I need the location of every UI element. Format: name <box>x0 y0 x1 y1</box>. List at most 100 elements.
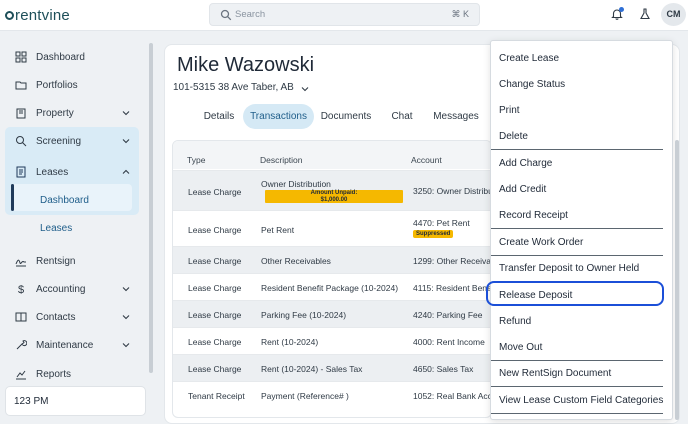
table-row[interactable]: Lease Charge Pet Rent 4470: Pet Rent Sup… <box>173 210 491 246</box>
folder-icon <box>15 81 27 90</box>
chevron-down-icon[interactable] <box>301 85 309 93</box>
sidebar-subitem-leases[interactable]: Leases <box>40 223 72 234</box>
active-indicator <box>11 184 14 211</box>
menu-item-create-lease[interactable]: Create Lease <box>499 53 559 64</box>
menu-item-add-credit[interactable]: Add Credit <box>499 184 546 195</box>
cell-description: Owner Distribution <box>261 179 331 189</box>
tab-details[interactable]: Details <box>198 104 240 129</box>
chart-icon <box>16 370 26 380</box>
sidebar-item-portfolios[interactable]: Portfolios <box>10 74 138 96</box>
column-header-account[interactable]: Account <box>411 155 442 165</box>
sidebar-item-label: Portfolios <box>36 79 78 91</box>
sidebar-item-label: Contacts <box>36 311 76 323</box>
transactions-table: Type Description Account Lease Charge Ow… <box>172 140 492 418</box>
menu-item-print[interactable]: Print <box>499 105 520 116</box>
sidebar-scrollbar[interactable] <box>149 43 153 373</box>
address-book-icon <box>15 312 27 322</box>
tab-messages[interactable]: Messages <box>430 104 482 129</box>
table-row[interactable]: Lease Charge Rent (10-2024) 4000: Rent I… <box>173 327 491 354</box>
menu-divider <box>491 149 663 150</box>
menu-item-refund[interactable]: Refund <box>499 316 531 327</box>
cell-description: Other Receivables <box>261 256 331 266</box>
table-row[interactable]: Lease Charge Rent (10-2024) - Sales Tax … <box>173 354 491 381</box>
cell-type: Lease Charge <box>188 283 242 293</box>
menu-item-change-status[interactable]: Change Status <box>499 79 565 90</box>
sidebar-item-label: Leases <box>36 166 69 178</box>
tab-chat[interactable]: Chat <box>386 104 418 129</box>
tab-documents[interactable]: Documents <box>318 104 374 129</box>
table-row[interactable]: Lease Charge Other Receivables 1299: Oth… <box>173 246 491 273</box>
sidebar-item-screening[interactable]: Screening <box>10 130 138 152</box>
sidebar-item-maintenance[interactable]: Maintenance <box>10 334 138 356</box>
menu-item-delete[interactable]: Delete <box>499 131 528 142</box>
cell-account: 3250: Owner Distribu <box>413 186 492 196</box>
tab-transactions[interactable]: Transactions <box>243 104 314 129</box>
menu-item-record-receipt[interactable]: Record Receipt <box>499 210 568 221</box>
table-row[interactable]: Lease Charge Resident Benefit Package (1… <box>173 273 491 300</box>
sidebar-item-reports[interactable]: Reports <box>10 363 138 385</box>
menu-divider <box>491 413 663 414</box>
notification-badge <box>619 7 624 12</box>
sidebar-item-label: Reports <box>36 368 72 380</box>
chevron-down-icon <box>122 139 130 144</box>
cell-type: Lease Charge <box>188 187 242 197</box>
sidebar-item-label: Accounting <box>36 283 86 295</box>
menu-item-create-work-order[interactable]: Create Work Order <box>499 237 583 248</box>
cell-account: 4240: Parking Fee <box>413 310 483 320</box>
table-header: Type Description Account <box>173 141 491 169</box>
table-row[interactable]: Lease Charge Parking Fee (10-2024) 4240:… <box>173 300 491 327</box>
column-header-type[interactable]: Type <box>187 155 205 165</box>
sidebar-item-dashboard[interactable]: Dashboard <box>10 46 138 68</box>
menu-item-add-charge[interactable]: Add Charge <box>499 158 552 169</box>
building-icon <box>16 108 26 119</box>
table-row[interactable]: Tenant Receipt Payment (Reference# ) 105… <box>173 381 491 408</box>
menu-scrollbar[interactable] <box>675 140 679 420</box>
cell-type: Lease Charge <box>188 256 242 266</box>
column-header-description[interactable]: Description <box>260 155 303 165</box>
sidebar-item-accounting[interactable]: $ Accounting <box>10 278 138 300</box>
suppressed-badge: Suppressed <box>413 230 454 238</box>
sidebar-item-label: Property <box>36 107 74 119</box>
chevron-down-icon <box>122 343 130 348</box>
chevron-down-icon <box>122 287 130 292</box>
menu-item-transfer-deposit[interactable]: Transfer Deposit to Owner Held <box>499 263 639 274</box>
notifications-button[interactable] <box>610 7 624 21</box>
labs-button[interactable] <box>638 7 652 21</box>
sidebar-item-contacts[interactable]: Contacts <box>10 306 138 328</box>
cell-type: Lease Charge <box>188 225 242 235</box>
grid-icon <box>15 51 27 63</box>
table-row[interactable]: Lease Charge Owner Distribution Amount U… <box>173 170 492 210</box>
sidebar-subitem-lease-dashboard[interactable]: Dashboard <box>40 195 89 206</box>
search-icon <box>220 9 232 21</box>
menu-divider <box>491 255 663 256</box>
sidebar-item-leases[interactable]: Leases <box>10 161 138 183</box>
menu-item-move-out[interactable]: Move Out <box>499 342 542 353</box>
sidebar-item-rentsign[interactable]: Rentsign <box>10 250 138 272</box>
flask-icon <box>640 8 650 20</box>
release-deposit-highlight <box>486 281 664 306</box>
cell-account: 4000: Rent Income <box>413 337 485 347</box>
sidebar-item-property[interactable]: Property <box>10 102 138 124</box>
menu-item-new-rentsign-document[interactable]: New RentSign Document <box>499 368 611 379</box>
cell-type: Lease Charge <box>188 310 242 320</box>
cell-account: 1052: Real Bank Accou <box>413 391 491 401</box>
logo-text: rentvine <box>15 7 70 24</box>
cell-description: Payment (Reference# ) <box>261 391 349 401</box>
lease-address[interactable]: 101-5315 38 Ave Taber, AB <box>173 82 294 93</box>
search-shortcut: ⌘ K <box>451 9 469 19</box>
cell-account: 4470: Pet Rent <box>413 218 470 228</box>
menu-item-view-custom-field-categories[interactable]: View Lease Custom Field Categories <box>499 395 663 406</box>
search-input[interactable]: Search ⌘ K <box>209 3 480 26</box>
logo-mark-icon <box>5 11 14 20</box>
wrench-icon <box>16 340 27 350</box>
user-avatar[interactable]: CM <box>661 3 686 26</box>
sidebar-item-label: Screening <box>36 135 82 147</box>
rentvine-logo[interactable]: rentvine <box>5 7 70 24</box>
search-icon <box>16 136 27 147</box>
menu-divider <box>491 386 663 387</box>
top-bar: rentvine Search ⌘ K CM <box>0 0 688 31</box>
chevron-down-icon <box>122 315 130 320</box>
actions-menu: Create Lease Change Status Print Delete … <box>490 40 673 420</box>
cell-description: Parking Fee (10-2024) <box>261 310 347 320</box>
dollar-icon: $ <box>18 284 24 295</box>
